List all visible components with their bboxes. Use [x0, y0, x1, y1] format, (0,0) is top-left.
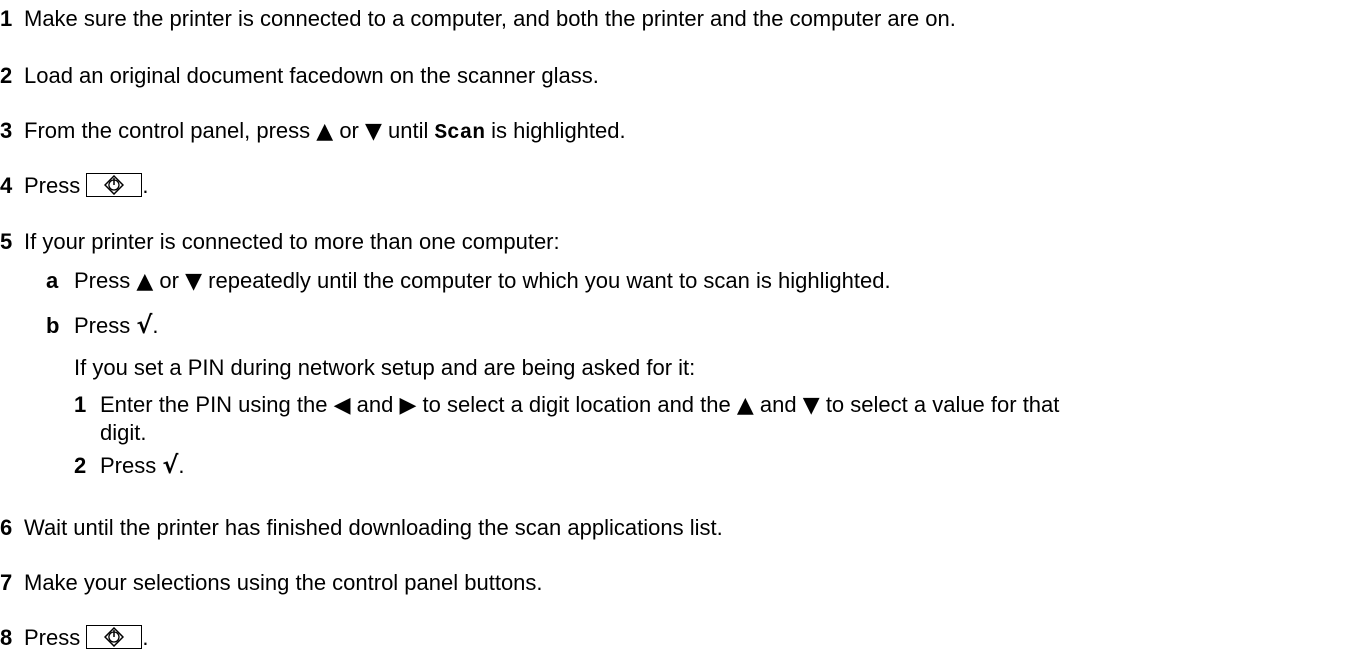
step-number: 4: [0, 173, 13, 198]
step-text: is highlighted.: [491, 118, 626, 143]
step-text: From the control panel, press: [24, 118, 311, 143]
step-text: .: [142, 625, 149, 650]
down-arrow-icon: ▼: [185, 269, 203, 294]
step-number: 1: [0, 6, 13, 31]
step-text: If your printer is connected to more tha…: [24, 229, 560, 254]
step-text: Press: [100, 453, 157, 478]
step-number: 3: [0, 118, 13, 143]
step-text: Press: [74, 268, 131, 293]
step-5: 5 If your printer is connected to more th…: [0, 229, 560, 255]
step-text: to select a digit location and the: [422, 392, 731, 417]
step-2: 2 Load an original document facedown on t…: [0, 63, 599, 89]
step-text: or: [159, 268, 179, 293]
step-text: and: [759, 392, 797, 417]
right-arrow-icon: ▶: [399, 393, 417, 418]
left-arrow-icon: ◀: [333, 393, 351, 418]
pin-step-1: 1 Enter the PIN using the ◀ and ▶ to sele…: [74, 392, 1059, 419]
step-6: 6 Wait until the printer has finished dow…: [0, 515, 723, 541]
step-text: Make your selections using the control p…: [24, 570, 543, 595]
step-number: 5: [0, 229, 13, 254]
step-3: 3 From the control panel, press ▲ or ▼ un…: [0, 118, 626, 147]
step-number: 2: [0, 63, 13, 88]
step-number: 2: [74, 453, 87, 478]
step-text: .: [178, 453, 185, 478]
checkmark-icon: √: [136, 311, 153, 339]
step-text: and: [356, 392, 394, 417]
step-8: 8 Press .: [0, 625, 149, 651]
step-text: or: [339, 118, 359, 143]
step-text: .: [142, 173, 149, 198]
pin-step-2: 2 Press √.: [74, 452, 185, 479]
down-arrow-icon: ▼: [802, 393, 820, 418]
step-text: Wait until the printer has finished down…: [24, 515, 723, 540]
step-number: 7: [0, 570, 13, 595]
step-text: to select a value for that: [825, 392, 1060, 417]
step-text: Make sure the printer is connected to a …: [24, 6, 956, 31]
up-arrow-icon: ▲: [136, 269, 154, 294]
step-number: 8: [0, 625, 13, 650]
step-number: 6: [0, 515, 13, 540]
step-text: Press: [24, 173, 81, 198]
substep-letter: a: [46, 268, 59, 293]
pin-step-1-continued: digit.: [100, 420, 147, 445]
step-text: Enter the PIN using the: [100, 392, 328, 417]
step-text: repeatedly until the computer to which y…: [208, 268, 891, 293]
step-text: Press: [74, 313, 131, 338]
substep-b: b Press √.: [46, 312, 159, 339]
step-number: 1: [74, 392, 87, 417]
checkmark-icon: √: [162, 451, 179, 479]
down-arrow-icon: ▼: [365, 119, 382, 144]
step-text: .: [152, 313, 159, 338]
up-arrow-icon: ▲: [316, 119, 334, 144]
step-4: 4 Press .: [0, 173, 149, 199]
step-7: 7 Make your selections using the control …: [0, 570, 543, 596]
scan-menu-label: Scan: [434, 122, 485, 145]
pin-intro: If you set a PIN during network setup an…: [74, 355, 696, 380]
step-text: Press: [24, 625, 81, 650]
step-text: Load an original document facedown on th…: [24, 63, 599, 88]
start-button-icon: [86, 625, 143, 649]
step-text: until: [388, 118, 429, 143]
start-button-icon: [86, 173, 143, 197]
substep-letter: b: [46, 313, 60, 338]
step-1: 1 Make sure the printer is connected to a…: [0, 6, 956, 32]
up-arrow-icon: ▲: [736, 393, 754, 418]
substep-a: a Press ▲ or ▼ repeatedly until the compu…: [46, 268, 891, 295]
